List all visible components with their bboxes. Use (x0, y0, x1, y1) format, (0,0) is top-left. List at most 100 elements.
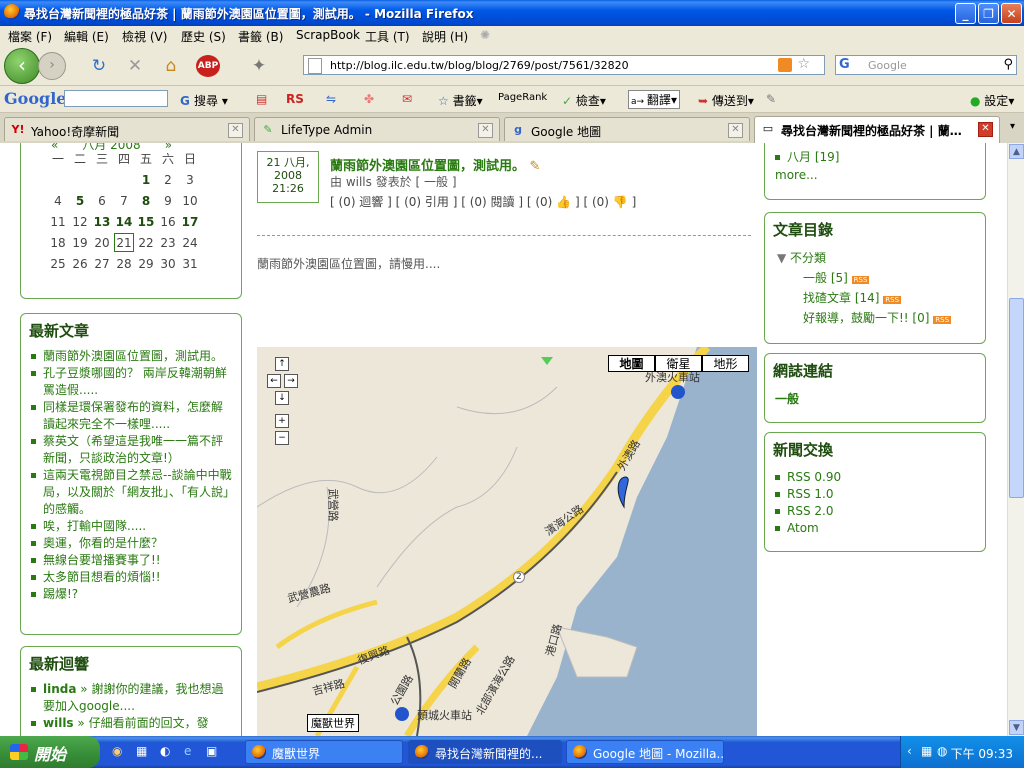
translate-icon[interactable]: ⇋ (326, 92, 336, 106)
feed-rss090[interactable]: RSS 0.90 (773, 469, 841, 486)
rss-feed-icon[interactable] (778, 58, 792, 72)
search-icon[interactable]: ⚲ (1003, 57, 1013, 72)
bookmarks-button[interactable]: ☆ 書籤▾ (438, 92, 483, 109)
google-search-input[interactable] (64, 90, 168, 107)
scroll-up-icon[interactable]: ▲ (1009, 144, 1024, 159)
category-label[interactable]: 好報導，鼓勵一下!! [0] (803, 311, 929, 325)
tab-close-icon[interactable]: ✕ (478, 123, 493, 138)
address-bar[interactable]: http://blog.ilc.edu.tw/blog/blog/2769/po… (303, 55, 825, 75)
menu-history[interactable]: 歷史 (S) (181, 28, 226, 45)
recent-post-item[interactable]: 踢爆!? (29, 586, 233, 603)
comment-author[interactable]: wills (43, 716, 74, 730)
recent-post-item[interactable]: 太多節目想看的煩惱!! (29, 569, 233, 586)
forward-button[interactable]: › (38, 52, 66, 80)
quicklaunch-desktop-icon[interactable]: ▣ (206, 744, 217, 758)
recent-post-item[interactable]: 奧運，你看的是什麼？ (29, 535, 233, 552)
mail-icon[interactable]: ✉ (402, 92, 412, 106)
category-item[interactable]: 找碴文章 [14] RSS (803, 289, 902, 306)
sendto-button[interactable]: ➥ 傳送到▾ (698, 92, 754, 109)
pan-down-icon[interactable]: ↓ (275, 391, 289, 405)
quicklaunch-media-icon[interactable]: ◐ (160, 744, 170, 758)
scroll-thumb[interactable] (1009, 298, 1024, 498)
post-action-links-2[interactable]: ] [ (0) (575, 195, 609, 209)
rs-button[interactable]: RS (286, 92, 304, 106)
stop-button[interactable]: ✕ (124, 55, 146, 77)
comment-author[interactable]: linda (43, 682, 76, 696)
calendar-day[interactable]: 1 (135, 169, 157, 190)
reload-button[interactable]: ↻ (88, 55, 110, 77)
pan-left-icon[interactable]: ← (267, 374, 281, 388)
pan-up-icon[interactable]: ↑ (275, 357, 289, 371)
map-type-terrain[interactable]: 地形 (702, 355, 749, 372)
bookmark-star-icon[interactable]: ☆ (797, 56, 810, 72)
blog-link-item[interactable]: 一般 (775, 390, 799, 407)
menu-bookmarks[interactable]: 書籤 (B) (238, 28, 283, 45)
recent-post-item[interactable]: 同樣是環保署發布的資料，怎麼解讀起來完全不一樣哩..... (29, 399, 233, 433)
post-title-link[interactable]: 蘭雨節外澳園區位置圖，測試用。 (330, 159, 525, 174)
quicklaunch-ie-icon[interactable]: e (184, 744, 191, 758)
task-wow[interactable]: 魔獸世界 (245, 740, 403, 764)
task-firefox-post[interactable]: 尋找台灣新聞裡的... (408, 740, 562, 764)
settings-button[interactable]: ● 設定▾ (970, 92, 1014, 109)
calendar-day[interactable]: 14 (113, 211, 135, 232)
feed-rss20[interactable]: RSS 2.0 (773, 503, 841, 520)
tab-list-icon[interactable]: ▾ (1010, 121, 1015, 132)
post-title[interactable]: 蘭雨節外澳園區位置圖，測試用。 ✎ (330, 155, 540, 174)
google-map[interactable]: 地圖 衛星 地形 ↑ ← → ↓ + − 外澳火車站 頭城火車站 濱海公路 外澳… (257, 347, 757, 736)
extension-icon[interactable]: ✦ (248, 55, 270, 77)
search-engine-icon[interactable]: G (839, 57, 850, 72)
vertical-scrollbar[interactable]: ▲ ▼ (1007, 143, 1024, 736)
zoom-out-icon[interactable]: − (275, 431, 289, 445)
tab-yahoo-news[interactable]: Y! Yahoo!奇摩新聞 ✕ (4, 117, 250, 141)
search-box[interactable]: G Google ⚲ (835, 55, 1017, 75)
category-item[interactable]: 好報導，鼓勵一下!! [0] RSS (803, 309, 952, 326)
start-button[interactable]: 開始 (0, 736, 100, 768)
menu-file[interactable]: 檔案 (F) (8, 28, 52, 45)
tab-close-icon[interactable]: ✕ (728, 123, 743, 138)
tray-network-icon[interactable]: ▦ (921, 744, 932, 758)
home-button[interactable]: ⌂ (160, 55, 182, 77)
pan-right-icon[interactable]: → (284, 374, 298, 388)
feed-rss10[interactable]: RSS 1.0 (773, 486, 841, 503)
recent-post-item[interactable]: 蘭雨節外澳園區位置圖，測試用。 (29, 348, 233, 365)
wrench-icon[interactable]: ✎ (766, 92, 776, 106)
tab-close-icon[interactable]: ✕ (228, 123, 243, 138)
recent-post-item[interactable]: 無線台要增播賽事了!! (29, 552, 233, 569)
minimize-button[interactable]: _ (955, 3, 976, 24)
thumbs-up-icon[interactable]: 👍 (556, 195, 571, 209)
tab-close-icon[interactable]: ✕ (978, 122, 993, 137)
translate-button[interactable]: a→ 翻譯▾ (628, 90, 680, 109)
news-icon[interactable]: ▤ (256, 92, 267, 106)
tab-lifetype-admin[interactable]: ✎ LifeType Admin ✕ (254, 117, 500, 141)
recent-post-item[interactable]: 唉，打輸中國隊..... (29, 518, 233, 535)
quicklaunch-paint-icon[interactable]: ▦ (136, 744, 147, 758)
apps-icon[interactable]: ✤ (364, 92, 374, 106)
menu-help[interactable]: 說明 (H) (422, 28, 468, 45)
tray-volume-icon[interactable]: ◍ (937, 744, 947, 758)
tab-google-maps[interactable]: g Google 地圖 ✕ (504, 117, 750, 141)
recent-post-item[interactable]: 這兩天電視節目之禁忌--談論中中戰局，以及關於「網友批」、「有人說」的感觸。 (29, 467, 233, 518)
archive-more-link[interactable]: more... (775, 168, 818, 182)
category-label[interactable]: 一般 [5] (803, 271, 848, 285)
archive-month[interactable]: 八月 [19] (773, 149, 839, 166)
list-item[interactable]: linda » 謝謝你的建議，我也想過要加入google.... (29, 681, 233, 715)
post-action-links[interactable]: [ (0) 迴響 ] [ (0) 引用 ] [ (0) 閱讀 ] [ (0) (330, 195, 552, 209)
edit-pencil-icon[interactable]: ✎ (530, 159, 541, 174)
feed-atom[interactable]: Atom (773, 520, 841, 537)
menu-view[interactable]: 檢視 (V) (122, 28, 167, 45)
google-search-button[interactable]: G 搜尋 ▾ (180, 92, 228, 109)
close-button[interactable]: ✕ (1001, 3, 1022, 24)
archive-year[interactable]: 2008 (775, 143, 803, 146)
task-firefox-maps[interactable]: Google 地圖 - Mozilla... (566, 740, 724, 764)
category-label[interactable]: 找碴文章 [14] (803, 291, 879, 305)
thumbs-down-icon[interactable]: 👎 (613, 195, 628, 209)
menu-edit[interactable]: 編輯 (E) (64, 28, 109, 45)
calendar-day[interactable]: 13 (91, 211, 113, 232)
recent-post-item[interactable]: 蔡英文（希望這是我唯一一篇不評新聞，只談政治的文章!） (29, 433, 233, 467)
adblock-icon[interactable]: ABP (196, 55, 220, 77)
rss-badge-icon[interactable]: RSS (851, 276, 870, 284)
recent-post-item[interactable]: 孔子豆漿哪國的？ 兩岸反韓潮朝鮮罵造假..... (29, 365, 233, 399)
calendar-day[interactable]: 17 (179, 211, 201, 232)
menu-scrapbook[interactable]: ScrapBook (296, 28, 360, 42)
tab-current-post[interactable]: ▭ 尋找台灣新聞裡的極品好茶 | 蘭… ✕ (754, 116, 1000, 143)
